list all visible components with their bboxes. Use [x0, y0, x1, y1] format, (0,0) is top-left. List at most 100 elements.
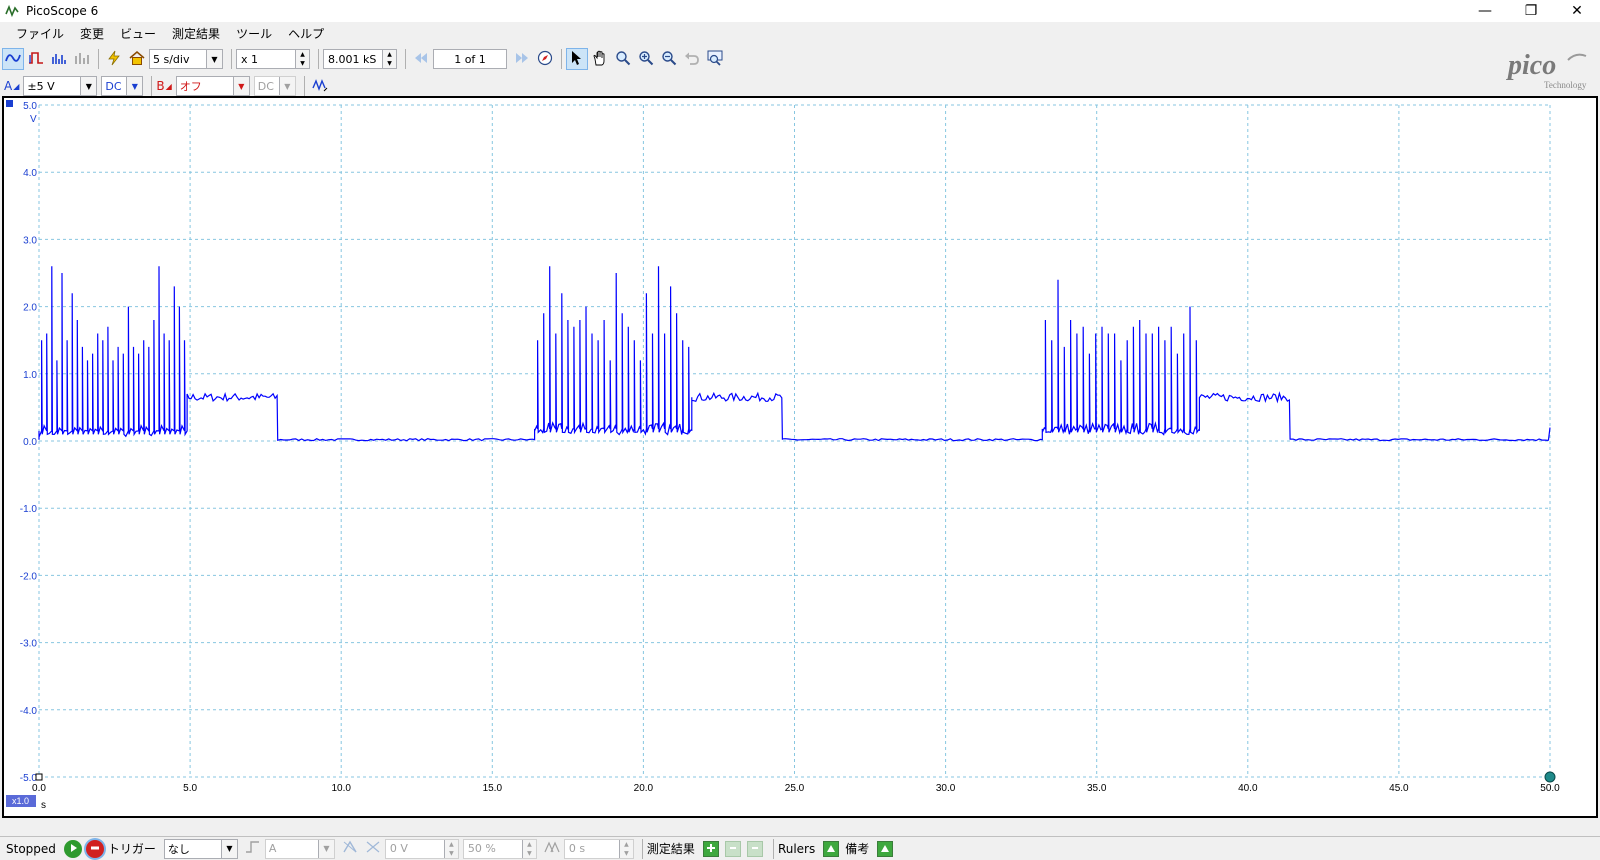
channel-b-range-select[interactable]: オフ ▼ — [175, 76, 250, 96]
rulers-label: Rulers — [777, 841, 816, 856]
spinner-arrows-icon: ▲ ▼ — [521, 839, 536, 858]
spinner-arrows-icon: ▲ ▼ — [443, 839, 458, 858]
hand-tool-button[interactable] — [589, 48, 611, 70]
double-right-arrow-icon — [514, 51, 530, 68]
channel-b-coupling-value: DC — [257, 79, 274, 93]
trigger-source-select: A ▼ — [264, 838, 335, 859]
axis-origin-marker — [35, 773, 43, 781]
status-bar: Stopped トリガー なし ▼ A ▼ 0 V ▲ ▼ 50 % ▲ ▼ 0 s… — [0, 836, 1600, 860]
channel-a-coupling-select[interactable]: DC ▼ — [101, 76, 144, 96]
x-tick-label: 25.0 — [785, 783, 805, 794]
channel-a-label[interactable]: A ◢ — [4, 79, 19, 93]
zoom-in-button[interactable] — [635, 48, 657, 70]
scope-chart[interactable]: 0.0 5.0 10.0 15.0 20.0 25.0 30.0 35.0 40.0 45.0 50… — [4, 98, 1596, 816]
menu-measurements[interactable]: 測定結果 — [164, 25, 228, 42]
timebase-select[interactable]: 5 s/div ▼ — [149, 49, 223, 69]
y-tick-label: -5.0 — [20, 773, 38, 784]
trigger-mode-value: なし — [167, 842, 190, 856]
channel-b-options-icon: ◢ — [165, 81, 172, 91]
default-setup-button[interactable] — [126, 48, 148, 70]
scope-view[interactable]: 0.0 5.0 10.0 15.0 20.0 25.0 30.0 35.0 40.0 45.0 50… — [2, 96, 1598, 818]
trigger-label: トリガー — [107, 842, 156, 856]
add-measurement-button[interactable] — [702, 840, 719, 857]
menu-view[interactable]: ビュー — [112, 25, 164, 42]
undo-icon — [684, 51, 700, 68]
buffer-navigator-button[interactable] — [534, 48, 556, 70]
zoom-out-icon — [661, 50, 677, 69]
trigger-mode-select[interactable]: なし ▼ — [163, 838, 238, 859]
ruler-handle[interactable] — [1544, 771, 1556, 783]
undo-zoom-button[interactable] — [681, 48, 703, 70]
menu-file[interactable]: ファイル — [8, 25, 72, 42]
edit-measurement-button — [724, 840, 741, 857]
toolbar-separator — [98, 49, 99, 69]
zoom-in-icon — [638, 50, 654, 69]
spectrum-mode-button[interactable] — [48, 48, 70, 70]
trigger-source-value: A — [268, 842, 277, 855]
menu-help[interactable]: ヘルプ — [280, 25, 332, 42]
toolbar-separator — [303, 76, 305, 96]
chevron-down-icon: ▼ — [126, 77, 143, 95]
zoom-factor-spinner[interactable]: x 1 ▲ ▼ — [236, 49, 310, 69]
zoom-overview-button[interactable] — [704, 48, 726, 70]
channel-a-range-select[interactable]: ±5 V ▼ — [23, 76, 98, 96]
x-tick-label: 50.0 — [1540, 783, 1560, 794]
stop-button[interactable] — [85, 839, 104, 858]
close-button[interactable]: ✕ — [1554, 0, 1600, 22]
minimize-button[interactable]: — — [1462, 0, 1508, 22]
chevron-down-icon: ▼ — [206, 50, 222, 68]
sample-count-spinner[interactable]: 8.001 kS ▲ ▼ — [323, 49, 397, 69]
trigger-edge-button — [242, 838, 264, 860]
channel-b-coupling-select: DC ▼ — [253, 76, 296, 96]
next-buffer-button[interactable] — [511, 48, 533, 70]
menu-bar: ファイル 変更 ビュー 測定結果 ツール ヘルプ — [0, 22, 1600, 44]
restore-button[interactable]: ❐ — [1508, 0, 1554, 22]
buffer-index-value: 1 of 1 — [454, 52, 486, 66]
menu-edit[interactable]: 変更 — [72, 25, 112, 42]
serial-decode-icon — [74, 51, 90, 68]
scope-mode-button[interactable] — [2, 48, 24, 70]
toolbar-separator — [641, 838, 643, 859]
measurements-label: 測定結果 — [646, 842, 695, 856]
notes-button[interactable] — [877, 840, 894, 857]
pretrigger-value: 50 % — [467, 842, 496, 855]
timebase-value: 5 s/div — [153, 52, 190, 66]
minus-icon — [750, 842, 760, 856]
y-tick-label: -4.0 — [20, 706, 38, 717]
plus-icon — [706, 842, 716, 856]
start-button[interactable] — [63, 839, 82, 858]
spinner-arrows-icon: ▲ ▼ — [618, 839, 633, 858]
select-tool-button[interactable] — [566, 48, 588, 70]
y-tick-label: 4.0 — [23, 168, 37, 179]
chevron-down-icon: ▼ — [80, 77, 97, 95]
buffer-index-field[interactable]: 1 of 1 — [433, 49, 507, 69]
zoom-area-button[interactable] — [612, 48, 634, 70]
serial-decode-button[interactable] — [71, 48, 93, 70]
notes-label: 備考 — [845, 842, 870, 856]
trigger-timing-icon — [365, 840, 381, 857]
auto-setup-button[interactable] — [103, 48, 125, 70]
trigger-advanced-button — [339, 838, 361, 860]
rulers-button[interactable] — [823, 840, 840, 857]
channel-toolbar: A ◢ ±5 V ▼ DC ▼ B ◢ オフ ▼ DC ▼ — [0, 74, 1600, 98]
signal-generator-button[interactable] — [309, 75, 331, 97]
channel-a-range-value: ±5 V — [27, 79, 55, 93]
persistence-mode-icon — [28, 51, 44, 68]
y-tick-label: -2.0 — [20, 571, 38, 582]
persistence-mode-button[interactable] — [25, 48, 47, 70]
previous-buffer-button[interactable] — [410, 48, 432, 70]
chevron-down-icon: ▼ — [232, 77, 249, 95]
x-tick-label: 35.0 — [1087, 783, 1107, 794]
play-icon — [68, 842, 78, 856]
channel-a-options-icon: ◢ — [13, 81, 20, 91]
channel-b-label[interactable]: B ◢ — [156, 79, 171, 93]
channel-a-coupling-value: DC — [105, 79, 122, 93]
trigger-delay-value: 0 s — [568, 842, 586, 855]
hand-icon — [592, 50, 608, 69]
y-tick-label: 2.0 — [23, 303, 37, 314]
trigger-delay-spinner: 0 s ▲ ▼ — [563, 838, 634, 859]
x-tick-label: 20.0 — [634, 783, 654, 794]
signal-generator-icon — [312, 78, 328, 95]
zoom-out-button[interactable] — [658, 48, 680, 70]
menu-tools[interactable]: ツール — [228, 25, 280, 42]
